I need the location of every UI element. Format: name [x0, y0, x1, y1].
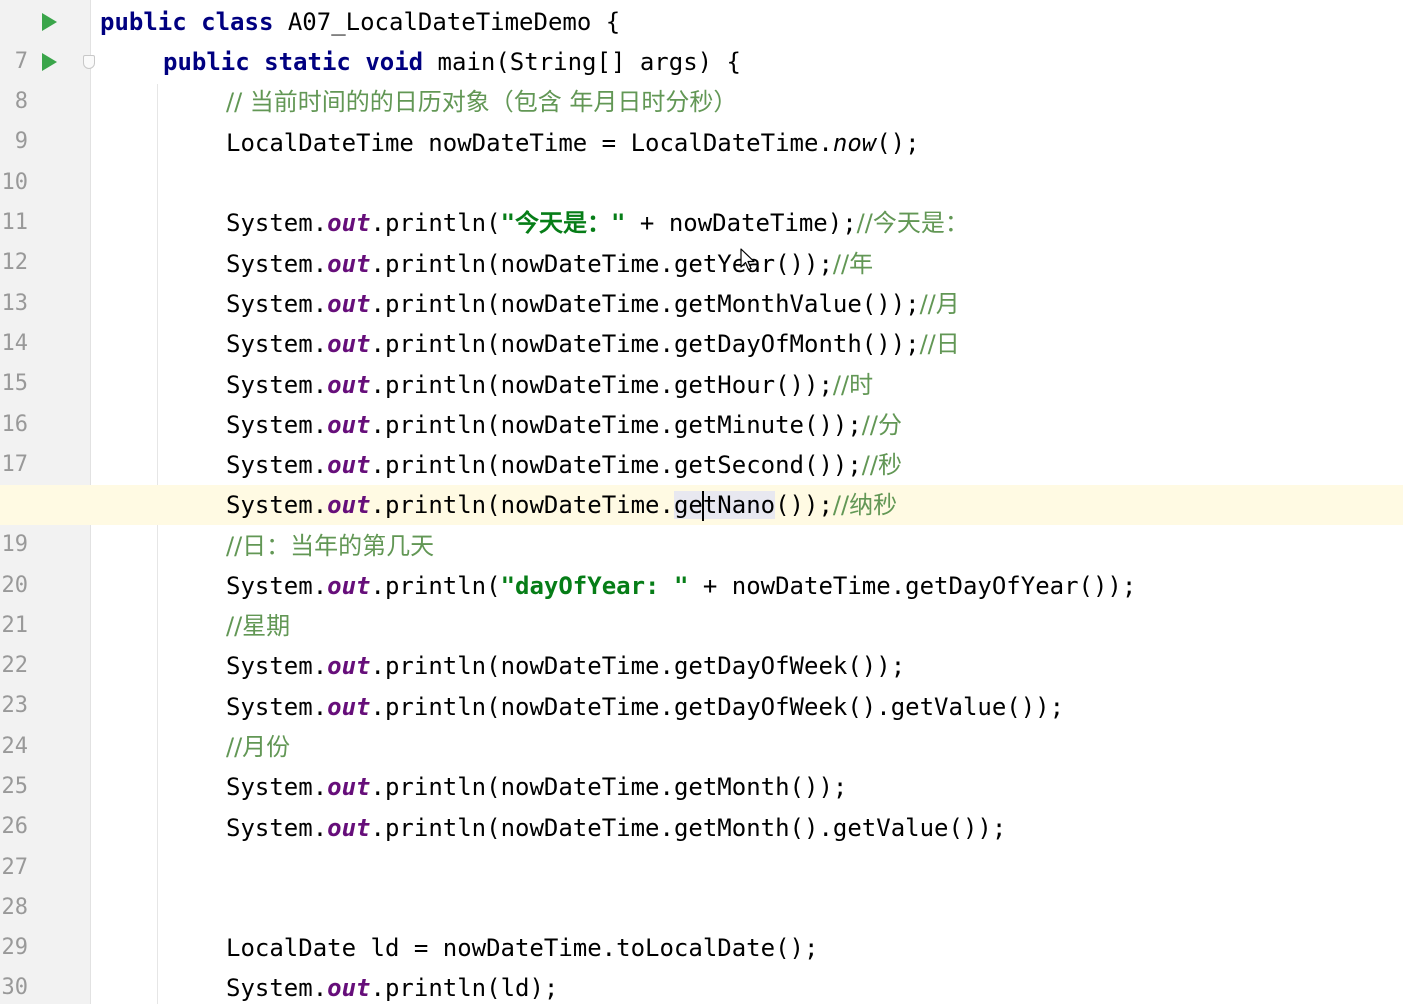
code-statement: LocalDateTime nowDateTime = LocalDateTim… — [226, 129, 920, 157]
code-line-9[interactable]: 9 // 当前时间的的日历对象（包含 年月日时分秒） — [0, 82, 1403, 154]
code-line-20[interactable]: 20 //日：当年的第几天 — [0, 526, 1403, 598]
code-statement: System.out.println(ld); — [226, 974, 559, 1002]
code-line-14[interactable]: 14 System.out.println(nowDateTime.getMon… — [0, 284, 1403, 356]
code-statement: LocalDate ld = nowDateTime.toLocalDate()… — [226, 934, 819, 962]
code-line-8[interactable]: 8 public static void main(String[] args)… — [0, 42, 1403, 114]
code-statement: System.out.println(nowDateTime.getMinute… — [226, 411, 902, 439]
code-line-17[interactable]: 17 System.out.println(nowDateTime.getMin… — [0, 405, 1403, 477]
code-statement: System.out.println(nowDateTime.getSecond… — [226, 451, 902, 479]
code-statement: System.out.println(nowDateTime.getMonthV… — [226, 290, 960, 318]
code-editor[interactable]: 7 public class A07_LocalDateTimeDemo { 8… — [0, 0, 1403, 1004]
code-line-12[interactable]: 12 System.out.println("今天是：" + nowDateTi… — [0, 203, 1403, 275]
code-line-25[interactable]: 25 //月份 — [0, 727, 1403, 799]
code-line-15[interactable]: 15 System.out.println(nowDateTime.getDay… — [0, 324, 1403, 396]
code-comment: //日：当年的第几天 — [226, 532, 435, 560]
code-line-28[interactable]: 28 — [0, 848, 1403, 920]
code-line-7[interactable]: 7 public class A07_LocalDateTimeDemo { — [0, 2, 1403, 74]
fold-marker-icon[interactable] — [83, 55, 95, 69]
code-line-30[interactable]: 30 LocalDate ld = nowDateTime.toLocalDat… — [0, 928, 1403, 1000]
code-statement: System.out.println(nowDateTime.getNano()… — [226, 491, 898, 521]
code-line-23[interactable]: 23 System.out.println(nowDateTime.getDay… — [0, 646, 1403, 718]
code-line-21[interactable]: 21 System.out.println("dayOfYear: " + no… — [0, 566, 1403, 638]
code-line-19-current[interactable]: 19 System.out.println(nowDateTime.getNan… — [0, 485, 1403, 565]
code-comment: // 当前时间的的日历对象（包含 年月日时分秒） — [226, 88, 738, 116]
code-comment: //星期 — [226, 612, 291, 640]
code-statement: System.out.println("dayOfYear: " + nowDa… — [226, 572, 1137, 600]
main-method-signature: public static void main(String[] args) { — [163, 48, 741, 76]
code-statement: System.out.println(nowDateTime.getDayOfW… — [226, 693, 1065, 721]
code-line-18[interactable]: 18 System.out.println(nowDateTime.getSec… — [0, 445, 1403, 517]
code-line-16[interactable]: 16 System.out.println(nowDateTime.getHou… — [0, 365, 1403, 437]
code-statement: System.out.println(nowDateTime.getHour()… — [226, 371, 874, 399]
code-comment: //月份 — [226, 733, 291, 761]
code-line-24[interactable]: 24 System.out.println(nowDateTime.getDay… — [0, 687, 1403, 759]
identifier-highlight: getNano — [673, 491, 776, 521]
code-line-10[interactable]: 10 LocalDateTime nowDateTime = LocalDate… — [0, 123, 1403, 195]
code-statement: System.out.println(nowDateTime.getYear()… — [226, 250, 874, 278]
code-line-29[interactable]: 29 — [0, 888, 1403, 960]
run-triangle-icon[interactable] — [42, 13, 57, 31]
code-statement: System.out.println(nowDateTime.getMonth(… — [226, 773, 848, 801]
code-line-31[interactable]: 31 System.out.println(ld); — [0, 968, 1403, 1004]
code-statement: System.out.println(nowDateTime.getMonth(… — [226, 814, 1007, 842]
code-statement: System.out.println(nowDateTime.getDayOfM… — [226, 330, 960, 358]
code-line-11[interactable]: 11 — [0, 163, 1403, 235]
run-triangle-icon[interactable] — [42, 53, 57, 71]
code-statement: System.out.println(nowDateTime.getDayOfW… — [226, 652, 906, 680]
code-line-13[interactable]: 13 System.out.println(nowDateTime.getYea… — [0, 244, 1403, 316]
code-line-22[interactable]: 22 //星期 — [0, 606, 1403, 678]
code-line-26[interactable]: 26 System.out.println(nowDateTime.getMon… — [0, 767, 1403, 839]
code-line-27[interactable]: 27 System.out.println(nowDateTime.getMon… — [0, 808, 1403, 880]
code-statement: System.out.println("今天是：" + nowDateTime)… — [226, 209, 969, 237]
class-declaration: public class A07_LocalDateTimeDemo { — [100, 8, 621, 36]
